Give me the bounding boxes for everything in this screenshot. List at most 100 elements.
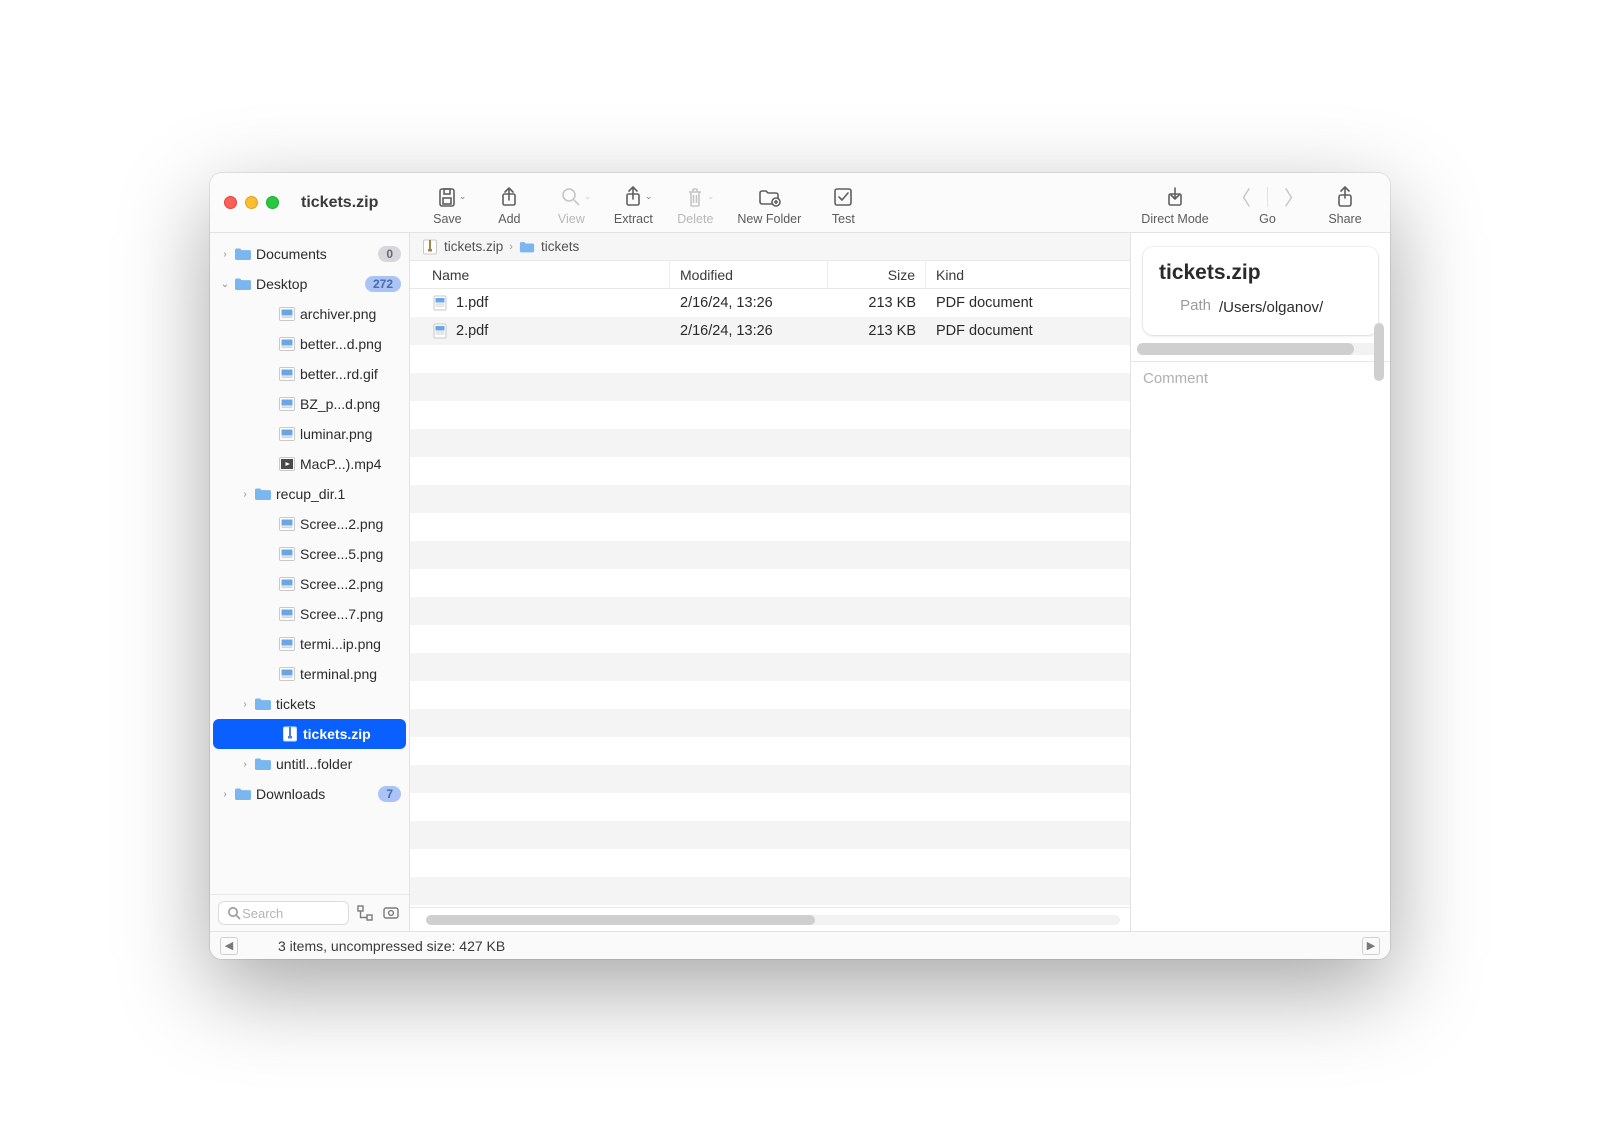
sidebar-item[interactable]: terminal.png [210,659,409,689]
zoom-window-button[interactable] [266,196,279,209]
scrollbar-thumb[interactable] [426,915,815,925]
info-path-label: Path [1159,297,1219,319]
sidebar-item[interactable]: ⌄Desktop272 [210,269,409,299]
breadcrumb-segment[interactable]: tickets [541,239,579,254]
disclosure-triangle[interactable]: › [238,699,252,710]
sidebar-item[interactable]: Scree...2.png [210,569,409,599]
table-row [410,569,1130,597]
sidebar-item[interactable]: BZ_p...d.png [210,389,409,419]
sidebar-item-label: better...d.png [300,336,401,352]
image-icon [278,605,296,623]
image-icon [278,425,296,443]
titlebar: tickets.zip ⌄ Save Add ⌄ Vie [210,173,1390,233]
image-icon [278,335,296,353]
window-title: tickets.zip [301,194,378,212]
search-field[interactable] [242,906,342,921]
sidebar-item[interactable]: ›recup_dir.1 [210,479,409,509]
breadcrumb-segment[interactable]: tickets.zip [444,239,503,254]
disclosure-triangle[interactable]: › [238,489,252,500]
new-folder-button[interactable]: New Folder [726,184,812,226]
save-button[interactable]: ⌄ Save [416,184,478,226]
image-icon [278,365,296,383]
search-input[interactable] [218,901,349,925]
table-row[interactable]: 1.pdf2/16/24, 13:26213 KBPDF document [410,289,1130,317]
sidebar-item[interactable]: archiver.png [210,299,409,329]
disclosure-triangle[interactable]: › [218,789,232,800]
horizontal-scrollbar[interactable] [426,915,1120,925]
minimize-window-button[interactable] [245,196,258,209]
sidebar-tree[interactable]: ›Documents0⌄Desktop272archiver.png better… [210,233,409,894]
close-window-button[interactable] [224,196,237,209]
extract-button[interactable]: ⌄ Extract [602,184,664,226]
table-row [410,877,1130,905]
file-name: 2.pdf [456,323,488,339]
column-header-modified[interactable]: Modified [670,261,828,288]
disclosure-triangle[interactable]: › [238,759,252,770]
nav-last-button[interactable]: ▶ [1362,937,1380,955]
sidebar-item[interactable]: Scree...7.png [210,599,409,629]
folder-icon [519,239,535,255]
add-icon [499,184,519,210]
file-size: 213 KB [828,295,926,311]
table-row [410,681,1130,709]
column-header-kind[interactable]: Kind [926,261,1130,288]
sidebar-item[interactable]: better...d.png [210,329,409,359]
count-badge: 7 [378,786,401,802]
disclosure-triangle[interactable]: › [218,249,232,260]
column-header-size[interactable]: Size [828,261,926,288]
status-text: 3 items, uncompressed size: 427 KB [278,938,505,954]
sidebar-item[interactable]: MacP...).mp4 [210,449,409,479]
test-button[interactable]: Test [812,184,874,226]
toolbar-label: Delete [677,212,713,226]
table-row [410,765,1130,793]
file-size: 213 KB [828,323,926,339]
info-path-value: /Users/olganov/ [1219,297,1323,319]
trash-icon: ⌄ [685,184,705,210]
info-vertical-scrollbar[interactable] [1374,323,1384,453]
toolbar-label: Add [498,212,520,226]
file-list-pane: tickets.zip › tickets Name Modified Size K… [410,233,1130,931]
share-button[interactable]: Share [1314,184,1376,226]
preview-icon[interactable] [381,903,401,923]
sidebar-item[interactable]: › untitl...folder [210,749,409,779]
sidebar-item[interactable]: ›Documents0 [210,239,409,269]
scrollbar-thumb[interactable] [1374,323,1384,381]
sidebar-item[interactable]: luminar.png [210,419,409,449]
sidebar-item[interactable]: Scree...5.png [210,539,409,569]
view-button[interactable]: ⌄ View [540,184,602,226]
column-header-name[interactable]: Name [410,261,670,288]
sidebar-item-label: Scree...2.png [300,576,401,592]
toolbar-label: Extract [614,212,653,226]
add-button[interactable]: Add [478,184,540,226]
sidebar-item[interactable]: termi...ip.png [210,629,409,659]
hierarchy-icon[interactable] [355,903,375,923]
breadcrumb-separator: › [509,241,513,253]
toolbar-label: Direct Mode [1141,212,1208,226]
nav-forward-button[interactable]: 〉 [1278,182,1310,211]
info-horizontal-scrollbar[interactable] [1137,343,1384,355]
toolbar-label: Test [832,212,855,226]
sidebar-item[interactable]: ›Downloads7 [210,779,409,809]
search-icon [225,903,242,923]
nav-back-button[interactable]: 〈 [1225,182,1257,211]
count-badge: 0 [378,246,401,262]
info-card: tickets.zip Path /Users/olganov/ [1143,247,1378,335]
sidebar-item[interactable]: better...rd.gif [210,359,409,389]
breadcrumb: tickets.zip › tickets [410,233,1130,261]
sidebar-item[interactable]: ›tickets [210,689,409,719]
nav-first-button[interactable]: ◀ [220,937,238,955]
table-row [410,849,1130,877]
delete-button[interactable]: ⌄ Delete [664,184,726,226]
chevron-down-icon: ⌄ [584,191,592,202]
comment-field[interactable]: Comment [1131,362,1390,395]
direct-mode-button[interactable]: Direct Mode [1129,184,1221,226]
disclosure-triangle[interactable]: ⌄ [218,279,232,290]
table-row [410,401,1130,429]
sidebar-item-label: untitl...folder [276,756,401,772]
sidebar-item[interactable]: Scree...2.png [210,509,409,539]
sidebar-item[interactable]: tickets.zip [213,719,406,749]
table-body[interactable]: 1.pdf2/16/24, 13:26213 KBPDF document2.p… [410,289,1130,907]
table-row[interactable]: 2.pdf2/16/24, 13:26213 KBPDF document [410,317,1130,345]
toolbar-label: View [558,212,585,226]
scrollbar-thumb[interactable] [1137,343,1354,355]
